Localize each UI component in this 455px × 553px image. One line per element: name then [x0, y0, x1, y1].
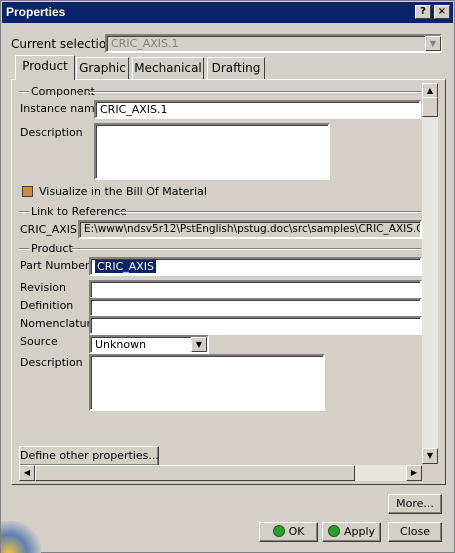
close-window-button[interactable]: × — [434, 5, 450, 19]
nomenclature-label: Nomenclature — [20, 317, 98, 330]
instance-name-field[interactable]: CRIC_AXIS.1 — [94, 100, 421, 119]
horizontal-scroll-thumb[interactable] — [35, 465, 355, 481]
component-description-field[interactable] — [94, 123, 330, 180]
definition-field[interactable] — [89, 298, 422, 317]
link-path-value: E:\www\ndsv5r12\PstEnglish\pstug.doc\src… — [84, 223, 422, 235]
ok-label: OK — [288, 525, 305, 538]
arrow-down-icon[interactable]: ▼ — [422, 448, 438, 464]
tab-drafting[interactable]: Drafting — [207, 57, 265, 79]
link-name-label: CRIC_AXIS — [20, 223, 78, 236]
product-description-field[interactable] — [89, 354, 325, 411]
link-group-label: Link to Reference — [31, 205, 127, 218]
instance-name-value: CRIC_AXIS.1 — [100, 103, 168, 116]
more-button[interactable]: More... — [388, 494, 442, 514]
close-button[interactable]: Close — [388, 522, 442, 542]
revision-field[interactable] — [89, 280, 422, 299]
current-selection-value: CRIC_AXIS.1 — [111, 37, 179, 50]
product-group-label: Product — [31, 242, 73, 255]
arrow-left-icon[interactable]: ◀ — [19, 465, 35, 481]
window-title: Properties — [6, 5, 66, 19]
check-circle-icon — [272, 525, 285, 537]
tab-mechanical[interactable]: Mechanical — [132, 57, 204, 79]
help-button[interactable]: ? — [415, 5, 431, 19]
component-group-label: Component — [31, 85, 95, 98]
product-divider — [72, 248, 421, 250]
source-value: Unknown — [95, 338, 147, 351]
instance-name-label: Instance name — [20, 102, 102, 115]
apply-label: Apply — [343, 525, 376, 538]
scroll-corner — [422, 465, 438, 481]
tab-product[interactable]: Product — [15, 55, 75, 80]
arrow-right-icon[interactable]: ▶ — [406, 465, 422, 481]
definition-label: Definition — [20, 299, 74, 312]
link-path-field: E:\www\ndsv5r12\PstEnglish\pstug.doc\src… — [78, 220, 422, 239]
source-label: Source — [20, 335, 58, 348]
component-description-label: Description — [20, 126, 83, 139]
apply-button[interactable]: Apply — [322, 522, 381, 542]
link-divider — [118, 211, 421, 213]
decorative-corner-logo — [1, 521, 41, 553]
component-divider-left — [19, 91, 29, 93]
part-number-label: Part Number — [20, 259, 90, 272]
vertical-scroll-thumb[interactable] — [422, 97, 438, 117]
product-description-label: Description — [20, 356, 83, 369]
part-number-value: CRIC_AXIS — [95, 260, 157, 273]
current-selection-combo: CRIC_AXIS.1 — [105, 34, 442, 53]
source-dropdown-chevron-icon[interactable]: ▼ — [191, 337, 207, 352]
tab-graphic[interactable]: Graphic — [76, 57, 129, 79]
ok-button[interactable]: OK — [259, 522, 318, 542]
nomenclature-field[interactable] — [89, 316, 422, 335]
apply-circle-icon — [327, 525, 340, 537]
chevron-down-icon: ▼ — [425, 36, 441, 51]
horizontal-scrollbar[interactable]: ◀ ▶ — [19, 465, 422, 481]
part-number-field[interactable]: CRIC_AXIS — [89, 257, 422, 276]
vertical-scrollbar[interactable]: ▲ ▼ — [422, 83, 438, 464]
revision-label: Revision — [20, 281, 66, 294]
component-divider — [89, 91, 421, 93]
title-bar[interactable]: Properties ? × — [2, 2, 453, 23]
product-divider-left — [19, 248, 29, 250]
properties-dialog: Properties ? × Current selection : CRIC_… — [0, 0, 455, 553]
define-other-properties-button[interactable]: Define other properties... — [19, 446, 159, 466]
link-divider-left — [19, 211, 29, 213]
bom-checkbox[interactable] — [22, 186, 33, 197]
bom-checkbox-label: Visualize in the Bill Of Material — [39, 185, 207, 198]
